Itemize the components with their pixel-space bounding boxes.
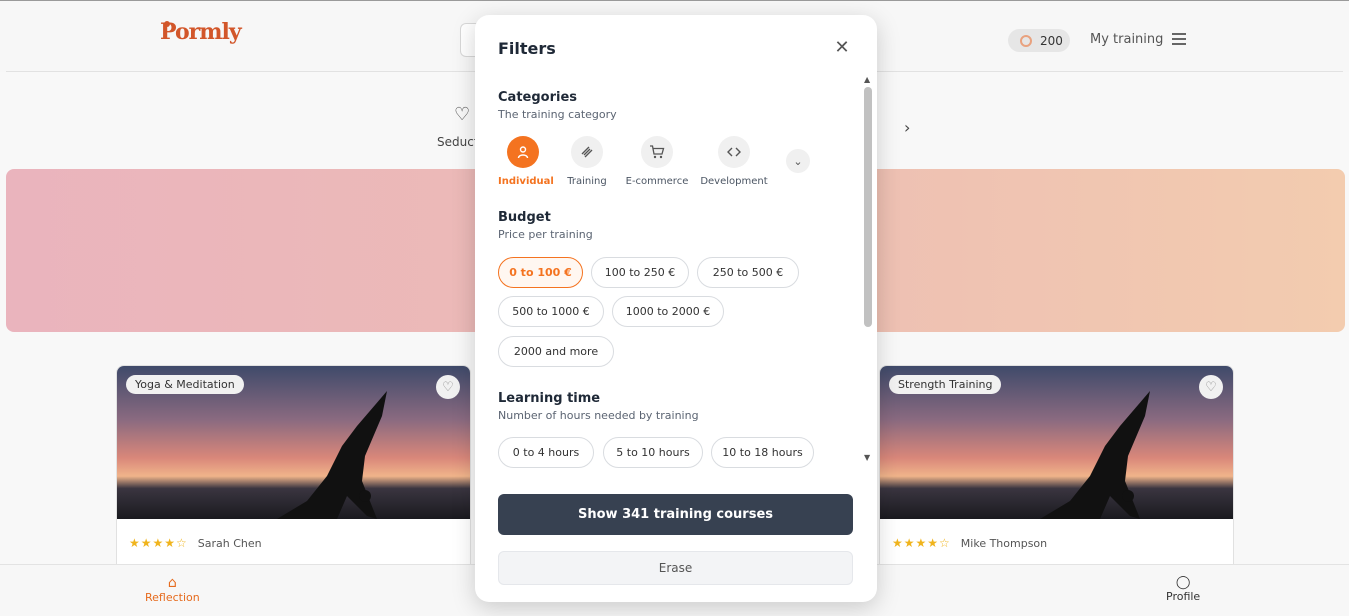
budget-subtitle: Price per training <box>498 228 593 241</box>
person-icon <box>507 136 539 168</box>
budget-title: Budget <box>498 210 551 225</box>
erase-button[interactable]: Erase <box>498 551 853 585</box>
categories-title: Categories <box>498 90 578 105</box>
close-icon[interactable]: ✕ <box>833 39 851 57</box>
budget-option[interactable]: 500 to 1000 € <box>498 296 604 327</box>
scroll-up-arrow[interactable]: ▲ <box>864 75 870 84</box>
learning-time-option[interactable]: 10 to 18 hours <box>711 437 814 468</box>
filters-modal: Filters ✕ Categories The training catego… <box>475 15 877 602</box>
category-label: Training <box>567 176 607 187</box>
budget-option[interactable]: 1000 to 2000 € <box>612 296 724 327</box>
category-individual[interactable]: Individual <box>498 136 554 187</box>
cart-icon <box>641 136 673 168</box>
category-label: Development <box>700 176 768 187</box>
learning-time-option[interactable]: 0 to 4 hours <box>498 437 594 468</box>
learning-time-subtitle: Number of hours needed by training <box>498 409 699 422</box>
budget-option[interactable]: 2000 and more <box>498 336 614 367</box>
category-label: E-commerce <box>625 176 689 187</box>
category-label: Individual <box>498 176 554 187</box>
scrollbar-thumb[interactable] <box>864 87 872 327</box>
show-results-button[interactable]: Show 341 training courses <box>498 494 853 535</box>
budget-option[interactable]: 250 to 500 € <box>697 257 799 288</box>
modal-title: Filters <box>498 39 556 58</box>
categories-subtitle: The training category <box>498 108 617 121</box>
dumbbell-icon <box>571 136 603 168</box>
learning-time-title: Learning time <box>498 391 601 406</box>
category-training[interactable]: Training <box>563 136 611 187</box>
learning-time-option[interactable]: 5 to 10 hours <box>603 437 703 468</box>
category-development[interactable]: Development <box>700 136 768 187</box>
category-ecommerce[interactable]: E-commerce <box>624 136 690 187</box>
scroll-down-arrow[interactable]: ▼ <box>864 453 870 462</box>
chevron-down-icon[interactable]: ⌄ <box>786 149 810 173</box>
budget-option[interactable]: 100 to 250 € <box>591 257 689 288</box>
budget-option[interactable]: 0 to 100 € <box>498 257 583 288</box>
code-icon <box>718 136 750 168</box>
